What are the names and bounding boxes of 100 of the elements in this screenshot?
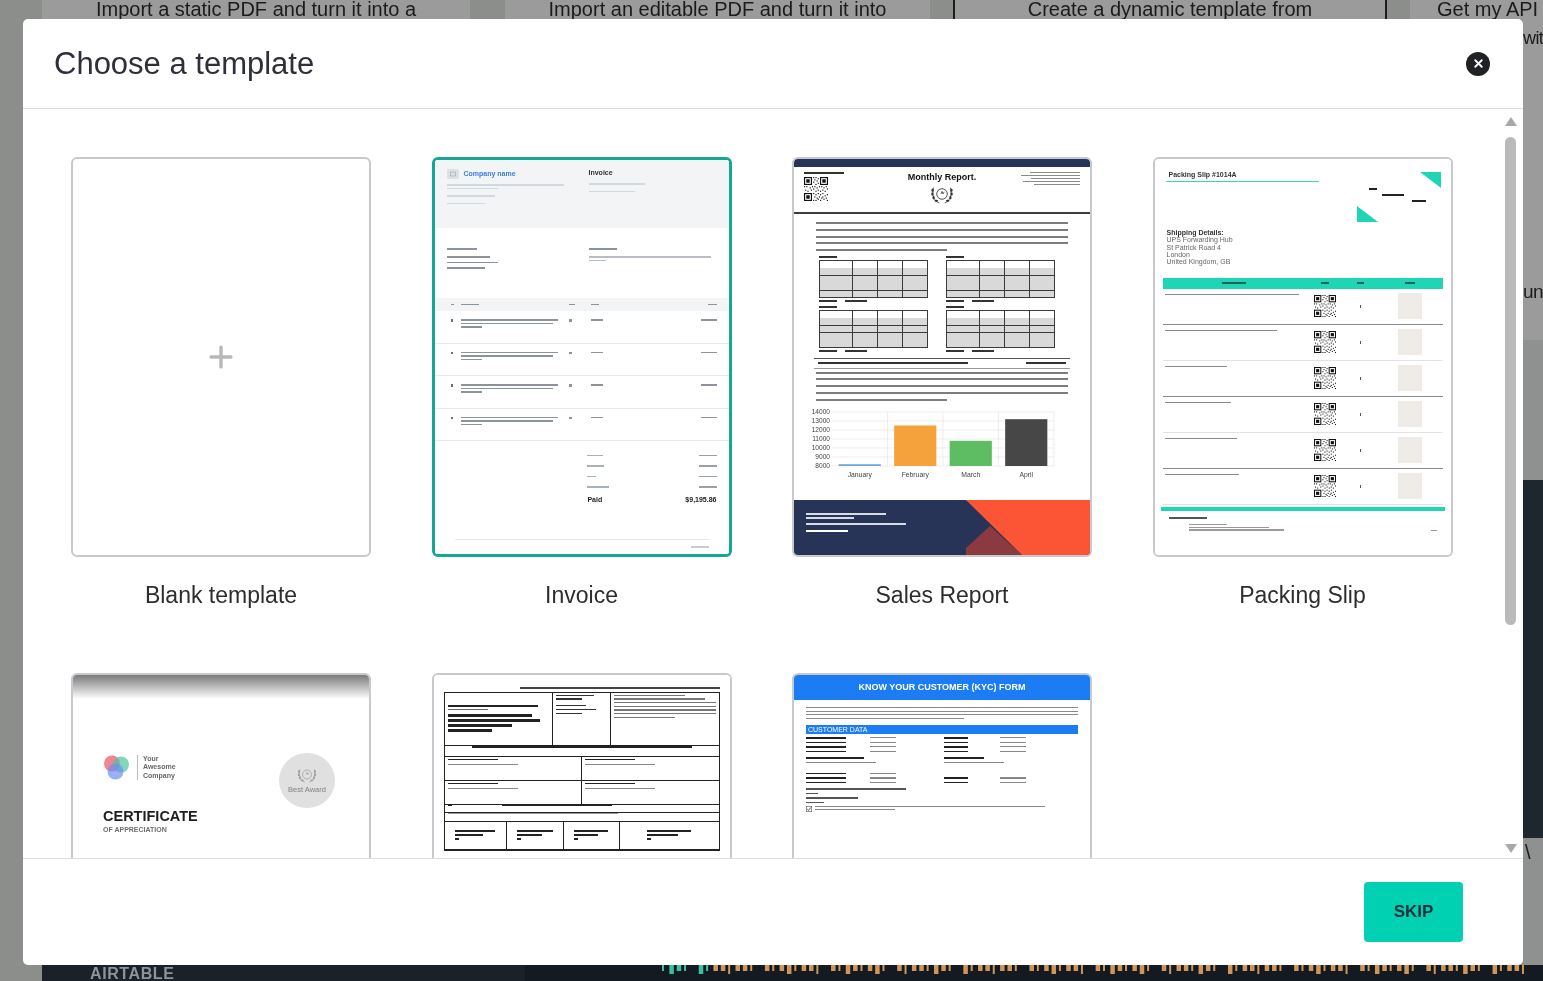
text-lines-drawing bbox=[450, 351, 453, 354]
close-button[interactable] bbox=[1466, 51, 1490, 76]
text-lines-drawing bbox=[1000, 750, 1026, 752]
text-lines-drawing bbox=[870, 750, 896, 752]
text-lines-drawing bbox=[455, 830, 495, 840]
text-lines-drawing bbox=[446, 195, 496, 197]
text-lines-drawing bbox=[1404, 282, 1415, 284]
text-lines-drawing bbox=[972, 350, 994, 352]
text-lines-drawing bbox=[568, 416, 572, 419]
panel-text: un bbox=[1523, 281, 1543, 302]
text-lines-drawing bbox=[1359, 484, 1362, 488]
text-lines-drawing bbox=[944, 746, 968, 748]
qr-code-icon bbox=[1313, 295, 1336, 318]
text-lines-drawing bbox=[568, 303, 575, 306]
text-lines-drawing bbox=[446, 202, 485, 204]
text-lines-drawing bbox=[584, 787, 655, 789]
text-lines-drawing bbox=[806, 529, 848, 532]
text-lines-drawing bbox=[944, 777, 968, 779]
text-lines-drawing bbox=[1000, 746, 1026, 748]
triangle-icon bbox=[1356, 206, 1378, 222]
text-lines-drawing bbox=[587, 475, 597, 477]
text-lines-drawing bbox=[707, 303, 717, 306]
qr-code-icon bbox=[804, 176, 828, 201]
qr-code-icon bbox=[1313, 331, 1336, 354]
text-lines-drawing bbox=[590, 319, 603, 321]
text-lines-drawing bbox=[1357, 282, 1364, 284]
photo-placeholder bbox=[1397, 437, 1422, 464]
laurel-emblem-icon bbox=[296, 767, 318, 783]
panel-text: \ bbox=[1525, 841, 1531, 863]
text-lines-drawing bbox=[700, 351, 717, 353]
text-lines-drawing bbox=[690, 546, 709, 548]
certificate-title: CERTIFICATE bbox=[103, 808, 198, 826]
text-lines-drawing bbox=[944, 761, 1004, 763]
text-lines-drawing bbox=[806, 761, 876, 763]
text-lines-drawing bbox=[1411, 200, 1426, 202]
text-lines-drawing bbox=[574, 830, 608, 840]
text-lines-drawing bbox=[1021, 172, 1080, 186]
text-lines-drawing bbox=[1164, 365, 1227, 368]
text-lines-drawing bbox=[446, 256, 498, 269]
panel-text: wit bbox=[1523, 28, 1543, 48]
text-lines-drawing bbox=[1320, 282, 1329, 284]
text-lines-drawing bbox=[1221, 282, 1246, 284]
scroll-up-icon[interactable] bbox=[1504, 117, 1517, 126]
text-lines-drawing bbox=[587, 465, 605, 467]
text-lines-drawing bbox=[587, 486, 610, 488]
text-lines-drawing bbox=[450, 303, 454, 306]
scrollbar-thumb[interactable] bbox=[1505, 137, 1516, 625]
photo-placeholder bbox=[1397, 329, 1422, 356]
text-lines-drawing bbox=[972, 300, 994, 302]
photo-placeholder bbox=[1397, 293, 1422, 320]
text-lines-drawing bbox=[944, 741, 968, 744]
text-lines-drawing bbox=[870, 772, 896, 775]
text-lines-drawing bbox=[700, 384, 717, 386]
text-lines-drawing bbox=[870, 741, 896, 743]
text-lines-drawing bbox=[845, 350, 867, 352]
template-name: Invoice bbox=[545, 581, 618, 609]
text-lines-drawing bbox=[946, 256, 964, 258]
text-lines-drawing bbox=[447, 804, 452, 807]
dialog-title: Choose a template bbox=[54, 45, 315, 82]
text-lines-drawing bbox=[568, 351, 572, 354]
text-lines-drawing bbox=[450, 319, 453, 322]
text-lines-drawing bbox=[806, 772, 846, 775]
text-lines-drawing bbox=[806, 777, 846, 779]
text-lines-drawing bbox=[944, 750, 968, 753]
text-lines-drawing bbox=[1000, 741, 1026, 743]
text-lines-drawing bbox=[647, 830, 691, 840]
text-lines-drawing bbox=[819, 256, 837, 258]
text-lines-drawing bbox=[1368, 188, 1377, 190]
text-lines-drawing bbox=[806, 750, 846, 753]
text-lines-drawing bbox=[870, 781, 896, 784]
text-lines-drawing bbox=[1359, 448, 1362, 452]
text-lines-drawing bbox=[555, 694, 594, 700]
text-lines-drawing bbox=[1000, 781, 1026, 784]
text-lines-drawing bbox=[460, 303, 479, 306]
text-lines-drawing bbox=[587, 454, 604, 456]
text-lines-drawing bbox=[447, 763, 518, 765]
text-lines-drawing bbox=[870, 746, 896, 748]
text-lines-drawing bbox=[819, 350, 837, 352]
text-lines-drawing bbox=[1381, 194, 1404, 196]
close-icon bbox=[1471, 57, 1485, 70]
text-lines-drawing bbox=[1000, 777, 1026, 779]
text-lines-drawing bbox=[1430, 529, 1437, 532]
text-lines-drawing bbox=[806, 757, 864, 759]
text-lines-drawing bbox=[1359, 340, 1362, 344]
text-lines-drawing bbox=[588, 183, 645, 185]
qr-code-icon bbox=[1313, 367, 1336, 390]
text-lines-drawing bbox=[446, 248, 478, 250]
text-lines-drawing bbox=[698, 475, 717, 477]
text-lines-drawing bbox=[1168, 516, 1207, 519]
skip-button[interactable]: SKIP bbox=[1364, 882, 1463, 942]
text-lines-drawing bbox=[946, 305, 964, 308]
photo-placeholder bbox=[1397, 401, 1422, 428]
scroll-down-icon[interactable] bbox=[1504, 844, 1517, 853]
text-lines-drawing bbox=[1359, 412, 1362, 416]
template-name: Sales Report bbox=[875, 581, 1009, 609]
text-lines-drawing bbox=[568, 384, 572, 387]
qr-code-icon bbox=[1313, 403, 1336, 426]
text-lines-drawing bbox=[946, 350, 964, 352]
text-lines-drawing bbox=[944, 757, 984, 759]
text-lines-drawing bbox=[590, 416, 603, 418]
